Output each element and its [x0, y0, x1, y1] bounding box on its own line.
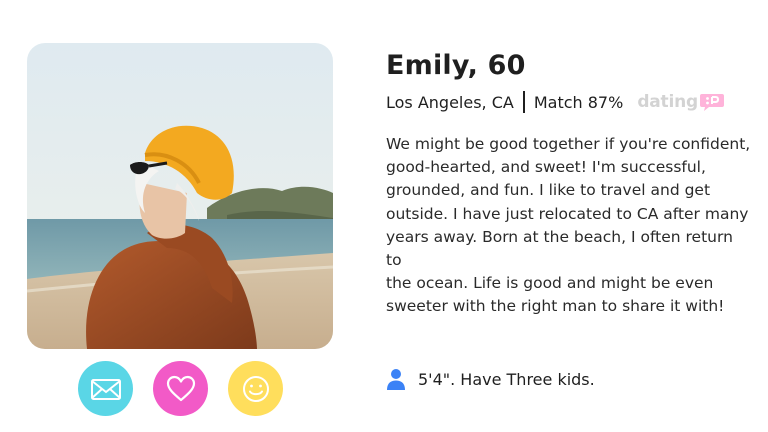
- like-button[interactable]: [153, 361, 208, 416]
- bio-line: outside. I have just relocated to CA aft…: [386, 204, 749, 223]
- profile-name-age: Emily, 60: [386, 50, 526, 81]
- divider: [522, 91, 525, 113]
- profile-details: 5'4". Have Three kids.: [386, 366, 595, 392]
- brand-logo-text: dating: [637, 92, 698, 112]
- profile-location: Los Angeles, CA: [386, 92, 514, 112]
- heart-icon: [166, 375, 195, 401]
- brand-logo: dating: [637, 92, 725, 112]
- smiley-icon: [242, 375, 269, 402]
- bio-line: grounded, and fun. I like to travel and …: [386, 181, 711, 200]
- profile-meta: Los Angeles, CA Match 87% dating: [386, 90, 725, 114]
- bio-line: years away. Born at the beach, I often r…: [386, 227, 733, 270]
- message-button[interactable]: [78, 361, 133, 416]
- profile-photo[interactable]: [27, 43, 333, 349]
- match-score: Match 87%: [533, 92, 624, 112]
- bio-line: We might be good together if you're conf…: [386, 135, 751, 153]
- action-bar: [78, 361, 284, 417]
- details-text: 5'4". Have Three kids.: [418, 369, 595, 389]
- person-icon: [387, 369, 405, 390]
- bio-line: sweeter with the right man to share it w…: [386, 297, 725, 316]
- bio-line: good-hearted, and sweet! I'm successful,: [386, 158, 706, 177]
- envelope-icon: [90, 378, 121, 400]
- speech-bubble-logo-icon: [699, 92, 725, 112]
- profile-bio: We might be good together if you're conf…: [386, 133, 751, 319]
- bio-line: the ocean. Life is good and might be eve…: [386, 274, 714, 293]
- smile-button[interactable]: [228, 361, 283, 416]
